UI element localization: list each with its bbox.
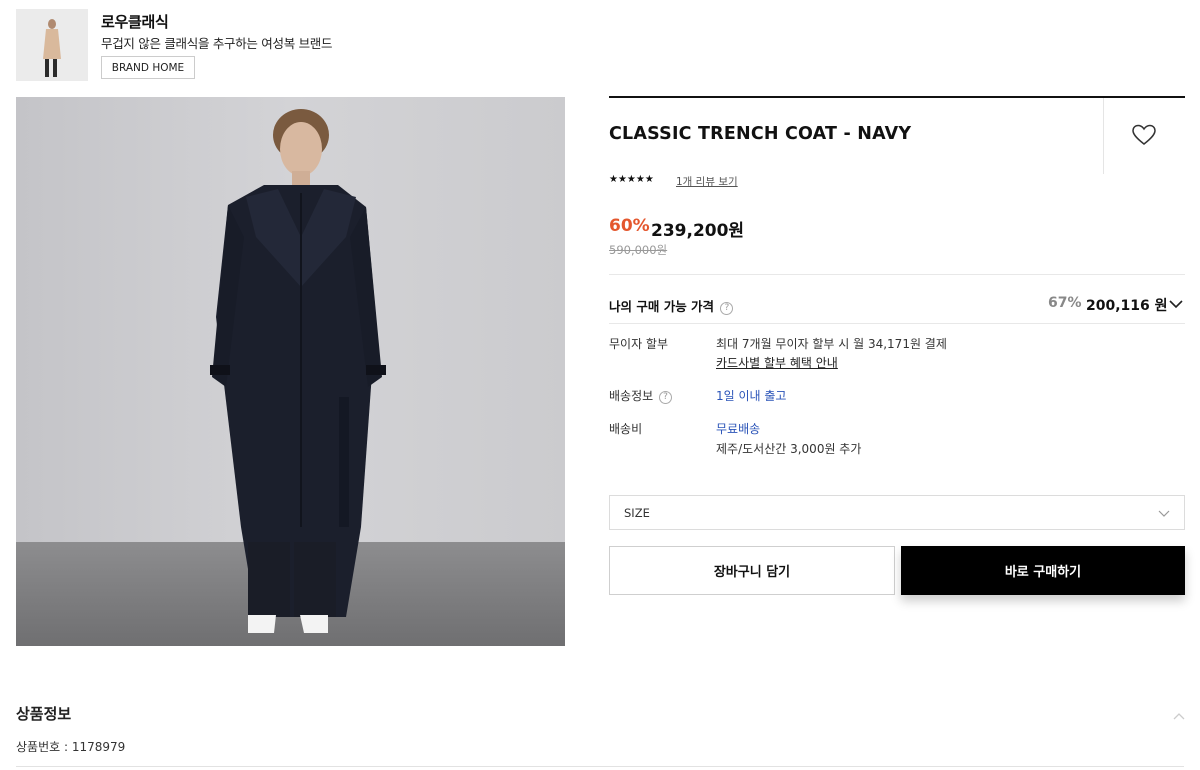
brand-thumbnail[interactable] [16,9,88,81]
installment-benefit-link[interactable]: 카드사별 할부 혜택 안내 [716,354,838,371]
my-buy-price-text: 나의 구매 가능 가격 [609,299,715,314]
product-title: CLASSIC TRENCH COAT - NAVY [609,124,912,144]
shipping-fee-label: 배송비 [609,422,643,436]
shipping-info-text: 배송정보 [609,389,654,403]
heart-icon[interactable] [1131,123,1157,147]
product-image[interactable] [16,97,565,646]
brand-description: 무겁지 않은 클래식을 추구하는 여성복 브랜드 [101,36,333,51]
brand-home-button[interactable]: BRAND HOME [101,56,195,79]
wish-divider [1103,98,1104,174]
shipping-info-label: 배송정보 ? [609,387,672,404]
section-divider [16,766,1184,767]
info-top-divider [609,96,1185,98]
chevron-up-icon[interactable] [1172,707,1186,720]
shipping-fee: 무료배송 [716,422,761,436]
shipping-eta: 1일 이내 출고 [716,389,787,403]
product-number: 상품번호 : 1178979 [16,740,126,754]
chevron-down-icon[interactable] [1168,296,1184,310]
help-icon[interactable]: ? [720,301,734,315]
installment-text: 최대 7개월 무이자 할부 시 월 34,171원 결제 [716,337,947,351]
price-divider [609,274,1185,275]
brand-name[interactable]: 로우클래식 [101,11,169,32]
sale-price: 239,200원 [651,221,745,241]
product-info-title: 상품정보 [16,705,72,723]
my-buy-price: 200,116 원 [1086,298,1168,314]
buy-now-button[interactable]: 바로 구매하기 [901,546,1185,595]
my-buy-divider [609,323,1185,324]
discount-rate: 60% [609,216,650,236]
review-link[interactable]: 1개 리뷰 보기 [676,174,738,189]
size-select[interactable]: SIZE [609,495,1185,530]
chevron-down-icon [1158,507,1170,517]
size-placeholder: SIZE [624,505,650,520]
rating-stars: ★★★★★ [609,174,654,185]
installment-label: 무이자 할부 [609,337,669,351]
add-to-cart-button[interactable]: 장바구니 담기 [609,546,895,595]
shipping-fee-note: 제주/도서산간 3,000원 추가 [716,442,862,456]
my-buy-discount: 67% [1048,295,1082,311]
help-icon[interactable]: ? [659,390,672,404]
my-buy-price-label: 나의 구매 가능 가격 ? [609,296,734,315]
original-price: 590,000원 [609,243,668,257]
